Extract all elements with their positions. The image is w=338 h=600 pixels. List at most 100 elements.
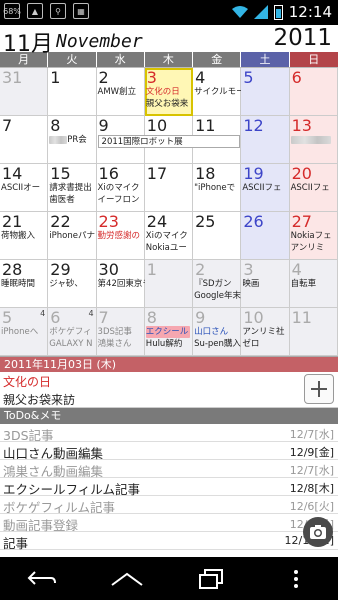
camera-button[interactable]: [303, 517, 333, 547]
day-cell[interactable]: 7 3DS記事 鴻巣さん: [96, 308, 145, 356]
day-cell[interactable]: 15 請求書提出 歯医者: [48, 164, 97, 212]
month-header: 11月 November 2011: [0, 25, 338, 57]
home-button[interactable]: [107, 567, 147, 591]
day-cell[interactable]: 9 山口さん Su-pen購入: [193, 308, 242, 356]
day-number: 9: [195, 308, 206, 327]
day-cell[interactable]: 4サイクルモードインターナショナ: [193, 68, 321, 116]
day-cell[interactable]: 13: [289, 116, 338, 164]
event-text: Xiのマイク: [97, 183, 140, 193]
day-cell[interactable]: 8 エクシール Hulu解約: [144, 308, 194, 356]
event-text: Nokiaフェ: [290, 231, 332, 241]
day-cell[interactable]: 3 文化の日 親父お袋来: [144, 68, 194, 116]
add-event-button[interactable]: [304, 374, 334, 404]
day-cell[interactable]: 23 勤労感謝の: [96, 212, 145, 260]
day-cell[interactable]: 2 『SDガン Google年末: [193, 260, 242, 308]
weekday-label: 火: [48, 52, 97, 67]
day-cell[interactable]: 16 Xiのマイク イーフロン: [96, 164, 145, 212]
event-text: エクシール: [145, 327, 189, 337]
calendar-grid[interactable]: 3112AMW創立3文化の日親父お袋来4サイクルモードインターナショナ5678P…: [0, 67, 338, 356]
day-cell[interactable]: 19 ASCIIフェ: [241, 164, 290, 212]
event-text: 文化の日: [145, 87, 180, 97]
day-cell[interactable]: 25: [193, 212, 242, 260]
event-count-badge: 4: [40, 309, 46, 318]
day-cell[interactable]: 5 4 iPhoneへ: [0, 308, 49, 356]
event-text: アンリミ社: [242, 327, 285, 337]
day-number: 1: [50, 68, 61, 87]
day-cell[interactable]: 6 4 ボケゲフィ GALAXY N: [48, 308, 97, 356]
day-cell[interactable]: 20 ASCIIフェ: [289, 164, 338, 212]
todo-item[interactable]: 記事12/10[±]: [0, 532, 338, 551]
day-cell[interactable]: 29 ジャ砂、: [48, 260, 97, 308]
day-cell[interactable]: 4 自転車: [289, 260, 338, 308]
day-event[interactable]: 親父お袋来訪: [3, 391, 75, 408]
day-number: 7: [98, 308, 109, 327]
event-label: iPhoneパナ: [49, 231, 95, 242]
day-number: 20: [291, 164, 312, 183]
event-label: 睡眠時間: [1, 279, 35, 290]
multi-day-event-bar[interactable]: 2011国際ロボット展: [97, 135, 240, 148]
day-number: 12: [243, 116, 264, 135]
event-label: PR会: [49, 135, 87, 146]
todo-due-date: 12/8[木]: [289, 482, 334, 495]
todo-item[interactable]: 山口さん動画編集 12/9[金]: [0, 442, 338, 461]
day-number: 29: [50, 260, 71, 279]
event-text: ジャ砂、: [49, 279, 83, 289]
day-number: 15: [50, 164, 71, 183]
day-cell[interactable]: 30 第42回東京モーターシ: [96, 260, 185, 308]
event-label: 3DS記事: [98, 327, 132, 338]
day-cell[interactable]: 11: [289, 308, 338, 356]
event-label: 『SDガン: [194, 279, 231, 290]
calendar-notification-icon: ▦: [73, 3, 89, 19]
day-cell[interactable]: 26: [241, 212, 290, 260]
day-cell[interactable]: 10 アンリミ社 ゼロ: [241, 308, 290, 356]
todo-item[interactable]: ボケゲフィルム記事 12/6[火]: [0, 496, 338, 515]
calendar-app: 11月 November 2011 月火水木金土日 31 1 2 AMW創立 3 文化の日…: [0, 25, 338, 557]
todo-item[interactable]: 3DS記事 12/7[水]: [0, 424, 338, 443]
event-text: ASCIIオー: [1, 183, 41, 193]
event-text: ボケゲフィ: [49, 327, 92, 337]
event-text: 荷物搬入: [1, 231, 36, 241]
redacted-text: [290, 135, 331, 144]
day-cell[interactable]: 27 Nokiaフェ アンリミ: [289, 212, 338, 260]
event-label: Xiのマイク: [146, 231, 188, 242]
day-cell[interactable]: 18 "iPhoneで: [193, 164, 242, 212]
day-cell[interactable]: 22 iPhoneパナ: [48, 212, 97, 260]
event-text: 鴻巣さん: [97, 339, 132, 349]
day-cell[interactable]: 2 AMW創立: [96, 68, 145, 116]
day-cell[interactable]: 5: [241, 68, 290, 116]
day-cell[interactable]: 9 2011国際ロボット展: [96, 116, 240, 164]
day-cell[interactable]: 1: [48, 68, 97, 116]
event-text: GALAXY N: [49, 339, 93, 349]
day-event[interactable]: 文化の日: [3, 373, 51, 390]
day-cell[interactable]: 21 荷物搬入: [0, 212, 49, 260]
back-button[interactable]: [22, 567, 62, 591]
day-cell[interactable]: 8 PR会: [48, 116, 97, 164]
event-text: Hulu解約: [145, 339, 183, 349]
month-number: 11月: [3, 32, 53, 57]
day-cell[interactable]: 31: [0, 68, 49, 116]
status-bar: 68% ▲ ⚲ ▦ 12:14: [0, 0, 338, 25]
day-cell[interactable]: 24 Xiのマイク Nokiaユー: [144, 212, 194, 260]
day-cell[interactable]: 17: [144, 164, 194, 212]
day-cell[interactable]: 1: [144, 260, 194, 308]
event-label: 文化の日: [146, 87, 180, 98]
day-number: 28: [2, 260, 23, 279]
day-cell[interactable]: 14 ASCIIオー: [0, 164, 49, 212]
day-cell[interactable]: 28 睡眠時間: [0, 260, 49, 308]
day-cell[interactable]: 6: [289, 68, 338, 116]
event-text: ASCIIフェ: [242, 183, 282, 193]
day-cell[interactable]: 7: [0, 116, 49, 164]
event-label: AMW創立: [98, 87, 137, 98]
event-label: 映画: [242, 279, 259, 290]
event-label: Google年末: [194, 291, 241, 302]
todo-item[interactable]: エクシールフィルム記事 12/8[木]: [0, 478, 338, 497]
plus-icon: [311, 381, 327, 397]
event-text: "iPhoneで: [194, 183, 236, 193]
menu-button[interactable]: [276, 567, 316, 591]
day-cell[interactable]: 12: [241, 116, 290, 164]
day-cell[interactable]: 3 映画: [241, 260, 290, 308]
todo-item[interactable]: 動画記事登録12/5[月]: [0, 514, 338, 533]
day-number: 19: [243, 164, 264, 183]
todo-item[interactable]: 鴻巣さん動画編集 12/7[水]: [0, 460, 338, 479]
recent-apps-button[interactable]: [191, 567, 231, 591]
